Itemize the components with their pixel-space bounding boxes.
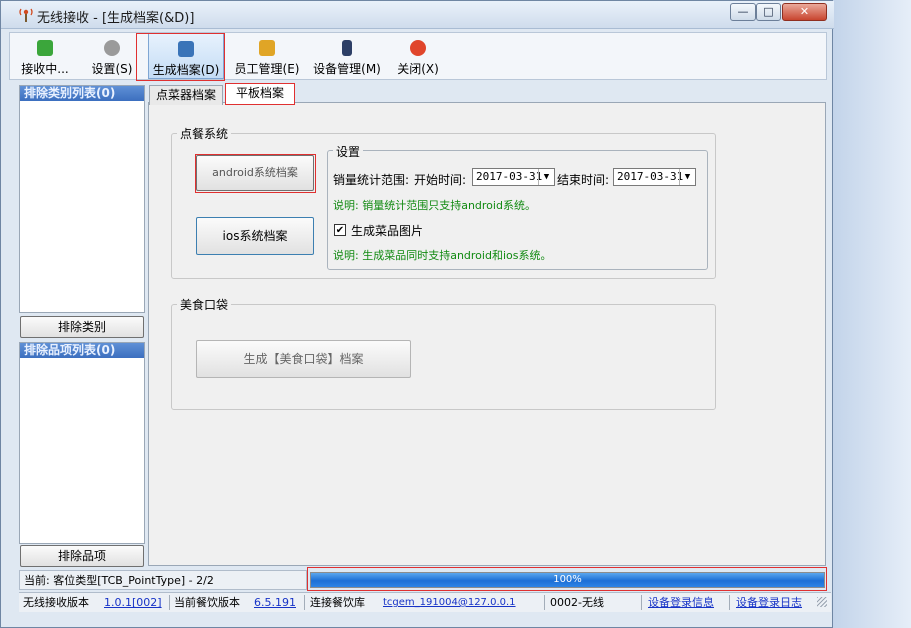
ios-archive-button[interactable]: ios系统档案 bbox=[196, 217, 314, 255]
status-bar: 无线接收版本 1.0.1[002] 当前餐饮版本 6.5.191 连接餐饮库 t… bbox=[19, 592, 831, 612]
chevron-down-icon[interactable]: ▼ bbox=[679, 169, 695, 185]
exclude-item-header: 排除品项列表(0) bbox=[20, 343, 144, 358]
start-date-value: 2017-03-31 bbox=[476, 170, 543, 183]
highlight-box bbox=[136, 33, 225, 81]
end-time-label: 结束时间: bbox=[557, 173, 610, 187]
resize-grip-icon[interactable] bbox=[817, 597, 827, 607]
generate-dish-image-label: 生成菜品图片 bbox=[351, 224, 424, 238]
catering-version-label: 当前餐饮版本 bbox=[174, 596, 240, 609]
divider bbox=[304, 595, 305, 610]
toolbar: 接收中... 设置(S) 生成档案(D) 员工管理(E) 设备管理(M) 关闭(… bbox=[9, 32, 827, 80]
divider bbox=[729, 595, 730, 610]
exclude-category-header: 排除类别列表(0) bbox=[20, 86, 144, 101]
receive-version-label: 无线接收版本 bbox=[23, 596, 89, 609]
divider bbox=[641, 595, 642, 610]
tab-ordering-device-archive[interactable]: 点菜器档案 bbox=[149, 85, 223, 105]
start-time-label: 开始时间: bbox=[414, 173, 467, 187]
highlight-box bbox=[195, 154, 316, 193]
chevron-down-icon[interactable]: ▼ bbox=[538, 169, 554, 185]
sales-range-note: 说明: 销量统计范围只支持android系统。 bbox=[333, 199, 536, 212]
start-date-picker[interactable]: 2017-03-31 ▼ bbox=[472, 168, 555, 186]
db-link[interactable]: tcgem_191004@127.0.0.1 bbox=[383, 594, 516, 612]
app-window: 无线接收 - [生成档案(&D)] — □ ✕ 接收中... 设置(S) 生成档… bbox=[0, 0, 834, 628]
dish-image-note: 说明: 生成菜品同时支持android和ios系统。 bbox=[333, 249, 552, 262]
window-title: 无线接收 - [生成档案(&D)] bbox=[37, 11, 195, 26]
group-label: 设置 bbox=[333, 143, 364, 160]
exclude-category-button[interactable]: 排除类别 bbox=[20, 316, 144, 338]
check-icon: ✔ bbox=[335, 225, 345, 236]
food-pocket-archive-button[interactable]: 生成【美食口袋】档案 bbox=[196, 340, 411, 378]
exclude-item-list[interactable]: 排除品项列表(0) bbox=[19, 342, 145, 544]
current-status: 当前: 客位类型[TCB_PointType] - 2/2 bbox=[19, 570, 307, 590]
toolbar-settings-button[interactable]: 设置(S) bbox=[82, 33, 142, 79]
antenna-icon bbox=[19, 8, 33, 22]
toolbar-device-button[interactable]: 设备管理(M) bbox=[310, 33, 384, 79]
desktop-background bbox=[833, 0, 911, 628]
db-label: 连接餐饮库 bbox=[310, 596, 365, 609]
end-date-value: 2017-03-31 bbox=[617, 170, 684, 183]
maximize-button[interactable]: □ bbox=[756, 3, 781, 21]
group-label: 点餐系统 bbox=[177, 125, 232, 142]
receive-icon bbox=[37, 40, 53, 56]
sales-range-label: 销量统计范围: bbox=[333, 173, 410, 187]
toolbar-label: 设置(S) bbox=[91, 62, 133, 76]
toolbar-label: 设备管理(M) bbox=[313, 62, 381, 76]
device-login-info-link[interactable]: 设备登录信息 bbox=[648, 594, 714, 612]
title-bar: 无线接收 - [生成档案(&D)] — □ ✕ bbox=[1, 1, 834, 29]
receive-version-link[interactable]: 1.0.1[002] bbox=[104, 594, 162, 612]
settings-group: 设置 销量统计范围: 开始时间: 2017-03-31 ▼ 结束时间: 2017… bbox=[327, 143, 708, 270]
toolbar-label: 接收中... bbox=[21, 62, 69, 76]
food-pocket-group: 美食口袋 生成【美食口袋】档案 bbox=[171, 296, 716, 410]
exclude-category-list[interactable]: 排除类别列表(0) bbox=[19, 85, 145, 313]
toolbar-employee-button[interactable]: 员工管理(E) bbox=[230, 33, 304, 79]
close-window-button[interactable]: ✕ bbox=[782, 3, 827, 21]
main-panel: 点餐系统 android系统档案 ios系统档案 设置 销量统计范围: 开始时间… bbox=[148, 102, 826, 566]
toolbar-label: 关闭(X) bbox=[397, 62, 439, 76]
toolbar-label: 员工管理(E) bbox=[234, 62, 300, 76]
gear-icon bbox=[104, 40, 120, 56]
device-login-log-link[interactable]: 设备登录日志 bbox=[736, 594, 802, 612]
highlight-box bbox=[307, 567, 827, 591]
device-code: 0002-无线 bbox=[550, 596, 604, 609]
close-icon bbox=[410, 40, 426, 56]
highlight-box bbox=[225, 83, 295, 105]
end-date-picker[interactable]: 2017-03-31 ▼ bbox=[613, 168, 696, 186]
divider bbox=[544, 595, 545, 610]
catering-version-link[interactable]: 6.5.191 bbox=[254, 594, 296, 612]
exclude-item-button[interactable]: 排除品项 bbox=[20, 545, 144, 567]
group-label: 美食口袋 bbox=[177, 296, 232, 313]
toolbar-receive-button[interactable]: 接收中... bbox=[12, 33, 78, 79]
toolbar-close-button[interactable]: 关闭(X) bbox=[390, 33, 446, 79]
divider bbox=[169, 595, 170, 610]
minimize-button[interactable]: — bbox=[730, 3, 756, 21]
generate-dish-image-checkbox[interactable]: ✔ bbox=[334, 224, 346, 236]
device-icon bbox=[342, 40, 352, 56]
employee-icon bbox=[259, 40, 275, 56]
